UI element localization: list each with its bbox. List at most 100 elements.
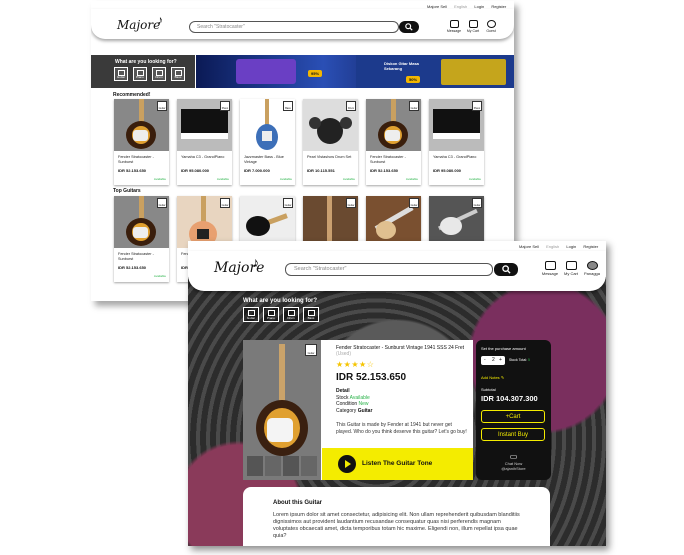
account-button[interactable]: Guest bbox=[482, 20, 500, 33]
register-link[interactable]: Register bbox=[491, 4, 506, 9]
product-card[interactable]: Bass Jazzmaster Bass - Blue Vintage IDR 7.… bbox=[240, 99, 295, 185]
user-icon bbox=[486, 20, 496, 28]
category-drum[interactable]: Drum bbox=[283, 307, 299, 322]
promo-banner[interactable]: 95% Diskon Gitar Masa Sekarang 50% bbox=[196, 55, 514, 88]
product-detail: Detail Stock Available Condition New Cat… bbox=[336, 388, 373, 414]
sell-link[interactable]: Majore Sell bbox=[519, 244, 539, 249]
product-name: Yamaha C3 - GrandPiano bbox=[433, 155, 477, 159]
product-price: IDR 52.153.650 bbox=[118, 265, 147, 270]
category-tag: Guitar bbox=[305, 344, 317, 356]
cart-icon bbox=[565, 261, 577, 270]
category-tag: Guitar bbox=[220, 198, 230, 208]
sell-link[interactable]: Majore Sell bbox=[427, 4, 447, 9]
product-card[interactable]: Guitar Fender Stratocaster - Sunburst IDR … bbox=[366, 99, 421, 185]
subtotal-value: IDR 104.307.300 bbox=[481, 394, 538, 403]
stock-status: Available bbox=[342, 177, 355, 181]
product-card[interactable]: Piano Yamaha C3 - GrandPiano IDR 95.080.00… bbox=[177, 99, 232, 185]
stock-status: Available bbox=[405, 177, 418, 181]
search-icon bbox=[405, 23, 413, 31]
product-name: Jazzmaster Bass - Blue Vintage bbox=[244, 155, 284, 164]
qty-plus: + bbox=[499, 357, 502, 363]
logo[interactable]: Majore bbox=[117, 18, 160, 32]
listen-tone-button[interactable]: Listen The Guitar Tone bbox=[322, 448, 473, 480]
instant-buy-button[interactable]: Instant Buy bbox=[481, 428, 545, 441]
account-button[interactable]: Panagga bbox=[581, 261, 603, 276]
category-guitar[interactable]: Guitar bbox=[114, 67, 128, 81]
add-to-cart-button[interactable]: +Cart bbox=[481, 410, 545, 423]
category-tag: Drum bbox=[346, 101, 356, 111]
category-tag: Guitar bbox=[157, 198, 167, 208]
top-links: Majore Sell English Login Register bbox=[513, 244, 598, 249]
quantity-stepper[interactable]: - 2 + bbox=[481, 356, 505, 365]
top-links: Majore Sell English Login Register bbox=[421, 4, 506, 9]
chat-icon: ▭ bbox=[509, 452, 518, 461]
category-tag: Guitar bbox=[409, 101, 419, 111]
product-price: IDR 95.080.000 bbox=[433, 168, 462, 173]
product-title: Fender Stratocaster - Sunburst Vintage 1… bbox=[336, 345, 465, 357]
product-card[interactable]: Guitar Fender Stratocaster - Sunburst IDR … bbox=[114, 196, 169, 282]
stock-status: Available bbox=[216, 177, 229, 181]
rating-stars: ★★★★☆ bbox=[336, 360, 375, 369]
language-select[interactable]: English bbox=[454, 4, 467, 9]
category-guitar[interactable]: Guitar bbox=[243, 307, 259, 322]
category-tag: Guitar bbox=[346, 198, 356, 208]
product-name: Fender Stratocaster - Sunburst bbox=[370, 155, 406, 164]
category-tag: Guitar bbox=[283, 198, 293, 208]
pencil-icon: ✎ bbox=[500, 375, 505, 380]
looking-for-title: What are you looking for? bbox=[243, 298, 318, 304]
looking-for-title: What are you looking for? bbox=[115, 59, 177, 65]
chat-now-button[interactable]: ▭ Chat Now @ajanihStore bbox=[476, 452, 551, 471]
product-name: Fender Stratocaster - Sunburst bbox=[118, 155, 154, 164]
product-card[interactable]: Drum Pearl Vistashow Drum Set IDR 10.115.5… bbox=[303, 99, 358, 185]
search-button[interactable] bbox=[399, 21, 419, 33]
cart-button[interactable]: My Cart bbox=[464, 20, 482, 33]
about-section: About this Guitar Lorem ipsum dolor sit … bbox=[243, 487, 550, 546]
qty-minus: - bbox=[484, 357, 486, 363]
category-piano[interactable]: Piano bbox=[263, 307, 279, 322]
product-price: IDR 7.000.000 bbox=[244, 168, 270, 173]
category-piano[interactable]: Piano bbox=[133, 67, 147, 81]
cart-button[interactable]: My Cart bbox=[560, 261, 582, 276]
about-title: About this Guitar bbox=[273, 500, 322, 506]
purchase-panel: Set the purchase amount - 2 + Stock Tota… bbox=[476, 340, 551, 480]
banner-title-right: Diskon Gitar Masa Sekarang bbox=[384, 61, 419, 71]
message-button[interactable]: Message bbox=[445, 20, 463, 33]
language-select[interactable]: English bbox=[546, 244, 559, 249]
product-description: This Guitar is made by Fender at 1941 bu… bbox=[336, 422, 467, 435]
category-tag: Piano bbox=[472, 101, 482, 111]
product-price: IDR 52.153.650 bbox=[336, 372, 407, 383]
category-bass[interactable]: Bass bbox=[303, 307, 319, 322]
product-name: Pearl Vistashow Drum Set bbox=[307, 155, 352, 159]
stock-status: Available bbox=[468, 177, 481, 181]
banner-artwork-left bbox=[236, 59, 296, 84]
music-note-icon: ♪ bbox=[252, 254, 259, 270]
register-link[interactable]: Register bbox=[583, 244, 598, 249]
play-icon bbox=[338, 455, 356, 473]
add-notes-link[interactable]: Add Notes ✎ bbox=[481, 375, 504, 380]
message-icon bbox=[449, 20, 459, 28]
product-price: IDR 95.080.000 bbox=[181, 168, 210, 173]
product-price: IDR 52.153.650 bbox=[118, 168, 147, 173]
category-bass[interactable]: Bass bbox=[171, 67, 185, 81]
qty-value: 2 bbox=[492, 357, 495, 363]
stock-total: Stock Total: 5 bbox=[509, 358, 530, 362]
banner-discount-right: 50% bbox=[406, 76, 421, 83]
category-drum[interactable]: Drum bbox=[152, 67, 166, 81]
login-link[interactable]: Login bbox=[566, 244, 576, 249]
product-price: IDR 52.153.650 bbox=[370, 168, 399, 173]
search-input[interactable]: Search "Stratocaster" bbox=[285, 263, 493, 276]
search-input[interactable]: Search "Stratocaster" bbox=[189, 21, 399, 33]
banner-guitars-right bbox=[441, 59, 506, 85]
recommended-title: Recommended! bbox=[113, 92, 151, 98]
cart-icon bbox=[468, 20, 478, 28]
top-guitars-title: Top Guitars bbox=[113, 188, 141, 194]
product-name: Fender Stratocaster - Sunburst bbox=[118, 252, 154, 261]
search-button[interactable] bbox=[494, 263, 518, 276]
search-icon bbox=[502, 265, 511, 274]
login-link[interactable]: Login bbox=[474, 4, 484, 9]
category-tag: Guitar bbox=[409, 198, 419, 208]
product-card[interactable]: Guitar Fender Stratocaster - Sunburst IDR … bbox=[114, 99, 169, 185]
message-button[interactable]: Message bbox=[539, 261, 561, 276]
about-text: Lorem ipsum dolor sit amet consectetur, … bbox=[273, 512, 520, 539]
product-card[interactable]: Piano Yamaha C3 - GrandPiano IDR 95.080.00… bbox=[429, 99, 484, 185]
